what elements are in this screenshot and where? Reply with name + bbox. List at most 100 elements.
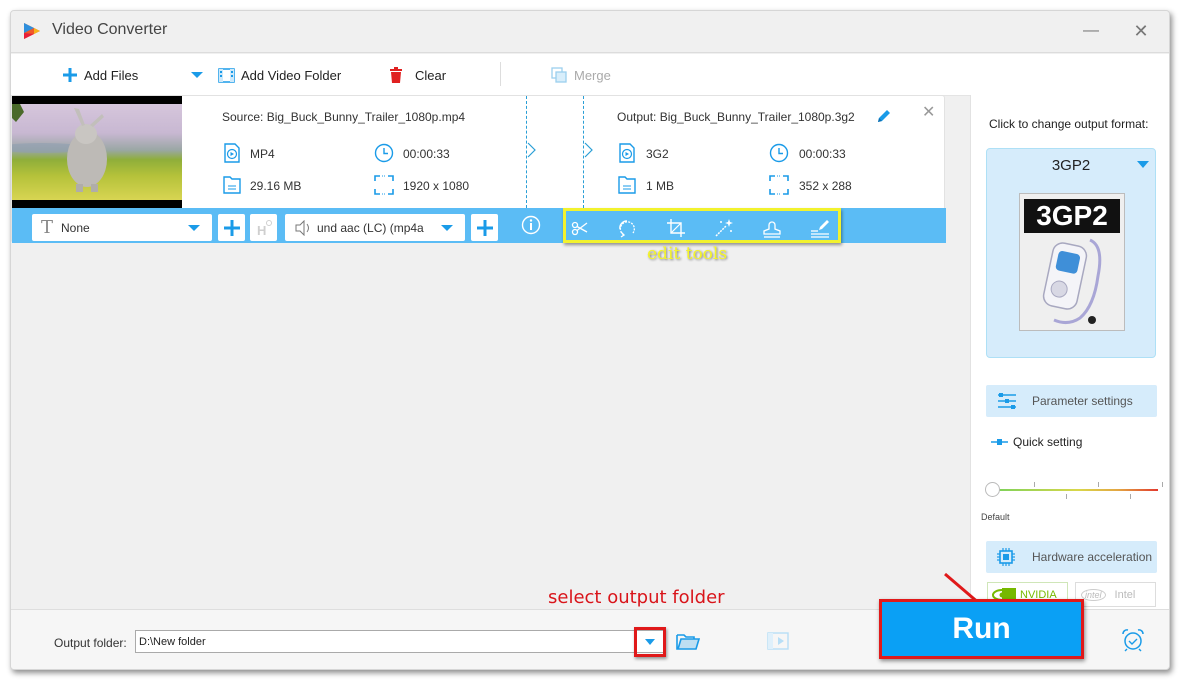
plus-icon <box>223 219 240 236</box>
subtitle-settings-button[interactable]: H <box>250 214 277 241</box>
text-icon: T <box>41 217 54 238</box>
file-size-icon <box>223 176 241 194</box>
source-format: MP4 <box>250 147 275 161</box>
add-video-folder-button[interactable]: Add Video Folder <box>218 54 341 96</box>
merge-icon <box>551 67 567 83</box>
edit-tools-highlight <box>563 208 841 243</box>
quality-slider-handle[interactable] <box>985 482 1000 497</box>
output-folder-input[interactable] <box>135 630 665 653</box>
clock-icon <box>769 143 789 163</box>
close-window-button[interactable]: ✕ <box>1129 19 1153 43</box>
audio-track-value: und aac (LC) (mp4a <box>317 220 424 235</box>
audio-track-select[interactable]: und aac (LC) (mp4a <box>285 214 465 241</box>
resolution-icon <box>769 175 789 195</box>
watermark-stamp-icon[interactable] <box>761 217 783 239</box>
video-folder-icon[interactable] <box>767 632 789 650</box>
app-logo-icon <box>24 23 40 39</box>
open-folder-icon[interactable] <box>676 632 700 650</box>
quality-slider-label: Default <box>981 512 1010 522</box>
clock-icon <box>374 143 394 163</box>
subtitle-gear-icon: H <box>257 219 272 238</box>
add-audio-button[interactable] <box>471 214 498 241</box>
hardware-acceleration-label: Hardware acceleration <box>1032 550 1153 564</box>
output-settings-panel: Click to change output format: 3GP2 3GP2… <box>970 95 1169 610</box>
window-title: Video Converter <box>52 21 168 38</box>
merge-button[interactable]: Merge <box>551 54 611 96</box>
rotate-icon[interactable] <box>616 217 638 239</box>
plus-icon <box>63 68 77 82</box>
output-duration: 00:00:33 <box>799 147 846 161</box>
intel-toggle[interactable]: intel Intel <box>1075 582 1156 607</box>
sliders-icon <box>998 393 1016 409</box>
crop-icon[interactable] <box>665 217 687 239</box>
subtitle-select-value: None <box>61 220 90 235</box>
intel-label: Intel <box>1114 588 1136 601</box>
svg-text:H: H <box>257 223 266 238</box>
bunny-scene-icon <box>12 104 107 192</box>
parameter-settings-label: Parameter settings <box>1032 394 1133 408</box>
task-options-bar: T None H und aac (LC) (mp4a <box>12 208 946 243</box>
output-size: 1 MB <box>646 179 675 193</box>
plus-icon <box>476 219 493 236</box>
main-toolbar: Add Files Add Video Folder Clear Merge <box>11 54 1169 96</box>
format-thumbnail: 3GP2 <box>1019 193 1125 331</box>
file-size-icon <box>618 176 636 194</box>
add-subtitle-button[interactable] <box>218 214 245 241</box>
run-button[interactable]: Run <box>879 599 1084 659</box>
chevron-right-icon <box>584 142 594 158</box>
output-filename: Output: Big_Buck_Bunny_Trailer_1080p.3g2 <box>617 110 855 124</box>
add-files-dropdown[interactable] <box>190 54 204 96</box>
rename-pencil-icon[interactable] <box>876 108 892 124</box>
source-filename: Source: Big_Buck_Bunny_Trailer_1080p.mp4 <box>222 110 466 124</box>
quality-slider-track[interactable] <box>998 489 1158 491</box>
schedule-alarm-icon[interactable] <box>1121 628 1145 652</box>
chip-icon <box>997 548 1015 566</box>
magic-wand-effects-icon[interactable] <box>713 217 735 239</box>
source-size: 29.16 MB <box>250 179 302 193</box>
film-folder-icon <box>218 68 235 83</box>
quick-setting-icon <box>991 439 1008 445</box>
clear-button[interactable]: Clear <box>389 54 446 96</box>
format-thumbnail-label: 3GP2 <box>1024 199 1120 233</box>
subtitle-select[interactable]: T None <box>32 214 212 241</box>
chevron-right-icon <box>527 142 537 158</box>
format-file-icon <box>224 143 240 163</box>
add-files-button[interactable]: Add Files <box>62 54 138 96</box>
remove-task-button[interactable]: ✕ <box>922 102 935 122</box>
quick-setting-label: Quick setting <box>1013 435 1083 449</box>
format-file-icon <box>619 143 635 163</box>
thumbnail-image <box>12 104 182 200</box>
output-format-selector[interactable]: 3GP2 3GP2 <box>986 148 1156 358</box>
quick-setting-header: Quick setting <box>991 435 1082 449</box>
app-window: Video Converter — ✕ Add Files Add Video … <box>10 10 1170 670</box>
media-player-icon <box>1042 238 1102 325</box>
parameter-settings-button[interactable]: Parameter settings <box>986 385 1157 417</box>
caret-down-icon <box>188 225 200 231</box>
minimize-button[interactable]: — <box>1079 19 1103 43</box>
hardware-acceleration-button[interactable]: Hardware acceleration <box>986 541 1157 573</box>
title-bar: Video Converter — ✕ <box>11 11 1169 53</box>
add-video-folder-label: Add Video Folder <box>241 67 342 83</box>
slider-tick <box>1162 482 1163 487</box>
caret-down-icon <box>441 225 453 231</box>
scissors-trim-icon[interactable] <box>569 217 591 239</box>
output-folder-dropdown-button[interactable] <box>634 627 666 657</box>
speaker-icon <box>295 219 309 236</box>
task-item: Source: Big_Buck_Bunny_Trailer_1080p.mp4… <box>11 95 946 243</box>
output-folder-label: Output folder: <box>54 636 127 650</box>
add-files-label: Add Files <box>84 67 139 83</box>
slider-tick <box>1034 482 1035 487</box>
video-thumbnail[interactable] <box>12 96 182 208</box>
trash-icon <box>390 67 402 83</box>
caret-down-icon <box>1137 161 1149 168</box>
slider-tick <box>1098 482 1099 487</box>
info-icon[interactable] <box>521 215 541 235</box>
caret-down-icon <box>645 639 655 645</box>
slider-tick <box>1066 494 1067 499</box>
intel-logo-icon: intel <box>1081 588 1106 601</box>
resolution-icon <box>374 175 394 195</box>
subtitle-edit-icon[interactable] <box>809 217 831 239</box>
output-format: 3G2 <box>646 147 669 161</box>
output-resolution: 352 x 288 <box>799 179 852 193</box>
caret-down-icon <box>191 72 203 78</box>
